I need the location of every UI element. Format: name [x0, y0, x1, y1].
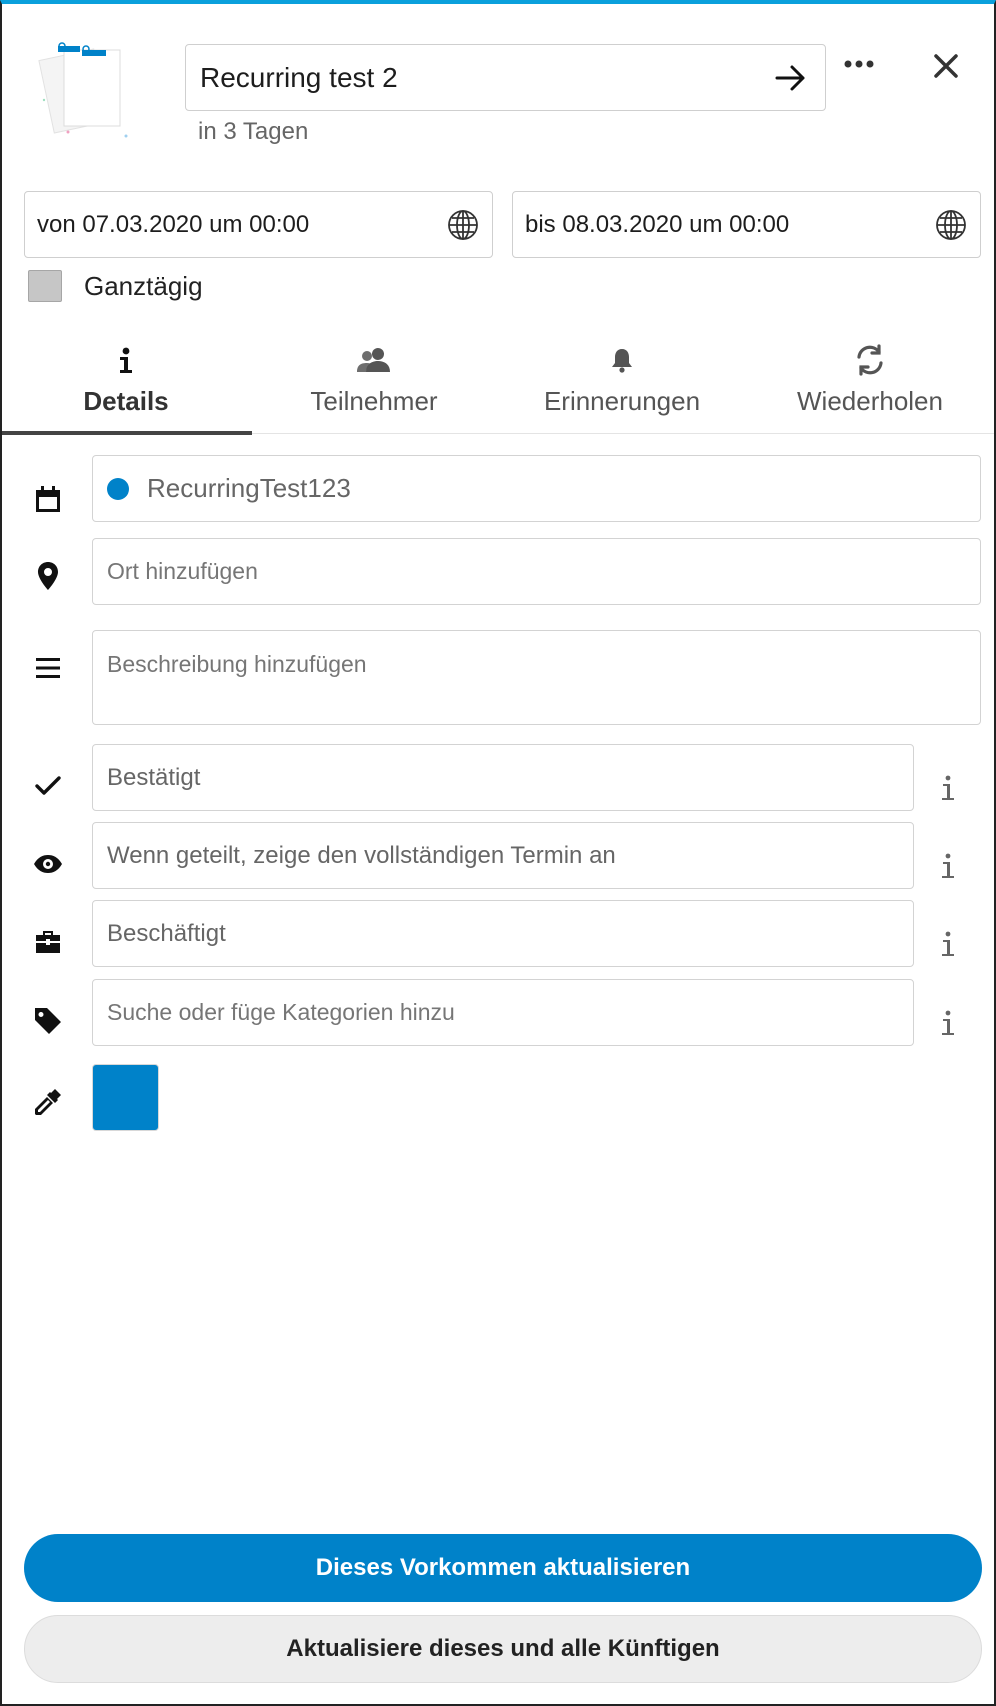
end-datetime-text[interactable]: bis 08.03.2020 um 00:00	[525, 211, 934, 239]
calendar-name: RecurringTest123	[147, 473, 351, 503]
start-datetime-input[interactable]: von 07.03.2020 um 00:00	[24, 191, 493, 258]
info-icon[interactable]	[930, 842, 966, 890]
tab-details[interactable]: Details	[2, 338, 252, 435]
eye-icon	[28, 844, 68, 884]
menu-lines-icon	[28, 648, 68, 688]
info-icon	[117, 338, 135, 382]
location-placeholder: Ort hinzufügen	[107, 558, 258, 584]
tag-icon	[28, 1001, 68, 1041]
end-datetime-input[interactable]: bis 08.03.2020 um 00:00	[512, 191, 981, 258]
visibility-select[interactable]: Wenn geteilt, zeige den vollständigen Te…	[92, 822, 914, 889]
allday-label[interactable]: Ganztägig	[84, 271, 203, 302]
check-icon	[28, 766, 68, 806]
tab-attendees-label: Teilnehmer	[310, 386, 438, 416]
tab-details-label: Details	[83, 386, 169, 416]
categories-input[interactable]: Suche oder füge Kategorien hinzu	[92, 979, 914, 1046]
status-value: Bestätigt	[107, 763, 201, 791]
event-editor-panel: Recurring test 2 in 3 Tagen von 07.03.20…	[0, 0, 996, 1706]
briefcase-icon	[28, 922, 68, 962]
info-icon[interactable]	[930, 999, 966, 1047]
calendar-color-dot	[107, 477, 129, 500]
categories-placeholder: Suche oder füge Kategorien hinzu	[107, 999, 455, 1025]
description-input[interactable]: Beschreibung hinzufügen	[92, 630, 981, 725]
tab-bar: Details Teilnehmer Erinnerungen Wiederho…	[2, 338, 994, 435]
allday-checkbox[interactable]	[28, 270, 62, 302]
tab-reminders-label: Erinnerungen	[543, 386, 701, 416]
tab-reminders[interactable]: Erinnerungen	[498, 338, 746, 434]
description-placeholder: Beschreibung hinzufügen	[107, 651, 367, 677]
availability-value: Beschäftigt	[107, 919, 226, 947]
bell-icon	[609, 338, 635, 382]
event-title-text[interactable]: Recurring test 2	[200, 62, 771, 94]
calendar-icon	[28, 479, 68, 519]
arrow-right-icon[interactable]	[771, 58, 811, 98]
event-title-input[interactable]: Recurring test 2	[185, 44, 826, 111]
eyedropper-icon	[28, 1082, 68, 1122]
event-relative-date: in 3 Tagen	[198, 118, 309, 145]
visibility-value: Wenn geteilt, zeige den vollständigen Te…	[107, 841, 616, 869]
info-icon[interactable]	[930, 764, 966, 812]
status-select[interactable]: Bestätigt	[92, 744, 914, 811]
update-all-future-button[interactable]: Aktualisiere dieses und alle Künftigen	[24, 1615, 982, 1683]
allday-toggle[interactable]: Ganztägig	[28, 270, 203, 302]
tab-attendees[interactable]: Teilnehmer	[250, 338, 498, 434]
more-dots-icon[interactable]	[840, 52, 878, 76]
document-stack-icon	[38, 40, 148, 150]
tab-repeat-label: Wiederholen	[797, 386, 943, 416]
location-pin-icon	[28, 556, 68, 596]
update-occurrence-button[interactable]: Dieses Vorkommen aktualisieren	[24, 1534, 982, 1602]
people-icon	[356, 338, 392, 382]
globe-icon[interactable]	[446, 208, 480, 242]
refresh-icon	[853, 338, 887, 382]
tab-repeat[interactable]: Wiederholen	[746, 338, 994, 434]
close-icon[interactable]	[926, 46, 966, 86]
location-input[interactable]: Ort hinzufügen	[92, 538, 981, 605]
start-datetime-text[interactable]: von 07.03.2020 um 00:00	[37, 211, 446, 239]
globe-icon[interactable]	[934, 208, 968, 242]
info-icon[interactable]	[930, 920, 966, 968]
calendar-select[interactable]: RecurringTest123	[92, 455, 981, 522]
availability-select[interactable]: Beschäftigt	[92, 900, 914, 967]
event-color-picker[interactable]	[92, 1064, 159, 1131]
